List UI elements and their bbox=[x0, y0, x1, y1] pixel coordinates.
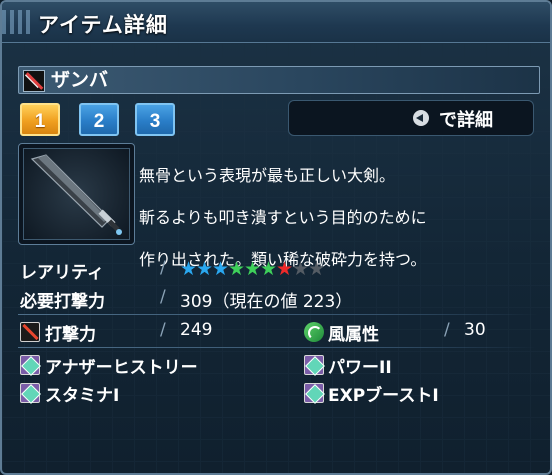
star-filled-icon: ★ bbox=[276, 258, 293, 280]
item-name-bar: ザンバ bbox=[18, 66, 540, 94]
weapon-image bbox=[23, 148, 130, 240]
striking-power-icon bbox=[20, 322, 40, 342]
star-filled-icon: ★ bbox=[228, 258, 245, 280]
greatsword-icon bbox=[30, 154, 122, 235]
tab-1[interactable]: 1 bbox=[20, 103, 60, 136]
item-name: ザンバ bbox=[51, 69, 109, 91]
required-attack-value: 309（現在の値 223） bbox=[180, 292, 353, 312]
tab-2[interactable]: 2 bbox=[79, 103, 119, 136]
description-line: 斬るよりも叩き潰すという目的のために bbox=[139, 208, 427, 227]
ability-label: スタミナI bbox=[45, 386, 120, 406]
back-button-icon bbox=[413, 110, 429, 126]
star-filled-icon: ★ bbox=[196, 258, 213, 280]
ability-icon bbox=[304, 383, 324, 403]
ability-label: EXPブーストI bbox=[328, 386, 439, 406]
star-empty-icon: ★ bbox=[292, 258, 309, 280]
rarity-label: レアリティ bbox=[20, 263, 104, 283]
title-bar: アイテム詳細 bbox=[2, 2, 550, 43]
tab-3[interactable]: 3 bbox=[135, 103, 175, 136]
divider-slash: / bbox=[160, 258, 166, 278]
weapon-image-frame bbox=[18, 143, 135, 245]
separator bbox=[18, 314, 538, 315]
item-detail-window: アイテム詳細 ザンバ 1 2 3 で詳細 無骨という表現が最も正しい大剣。 斬る… bbox=[0, 0, 552, 475]
divider-slash: / bbox=[444, 320, 450, 340]
ability-icon bbox=[304, 355, 324, 375]
star-filled-icon: ★ bbox=[180, 258, 197, 280]
star-filled-icon: ★ bbox=[212, 258, 229, 280]
window-title: アイテム詳細 bbox=[38, 13, 168, 37]
attack-value: 249 bbox=[180, 320, 213, 340]
attack-label: 打撃力 bbox=[45, 325, 96, 345]
divider-slash: / bbox=[160, 320, 166, 340]
ability-icon bbox=[20, 383, 40, 403]
ability-label: パワーII bbox=[328, 358, 392, 378]
ability-label: アナザーヒストリー bbox=[45, 358, 198, 378]
wind-element-icon bbox=[304, 322, 324, 342]
sword-icon bbox=[23, 70, 45, 92]
element-value: 30 bbox=[464, 320, 486, 340]
star-empty-icon: ★ bbox=[308, 258, 325, 280]
divider-slash: / bbox=[160, 287, 166, 307]
rarity-stars: ★★★★★★★★★ bbox=[180, 258, 325, 280]
ability-icon bbox=[20, 355, 40, 375]
element-label: 風属性 bbox=[328, 325, 379, 345]
description-line: 無骨という表現が最も正しい大剣。 bbox=[139, 166, 396, 185]
required-attack-label: 必要打撃力 bbox=[20, 292, 105, 312]
title-decoration bbox=[2, 10, 30, 34]
detail-hint-label: で詳細 bbox=[439, 110, 493, 131]
star-filled-icon: ★ bbox=[260, 258, 277, 280]
detail-hint[interactable]: で詳細 bbox=[288, 100, 534, 136]
star-filled-icon: ★ bbox=[244, 258, 261, 280]
separator bbox=[18, 347, 538, 348]
